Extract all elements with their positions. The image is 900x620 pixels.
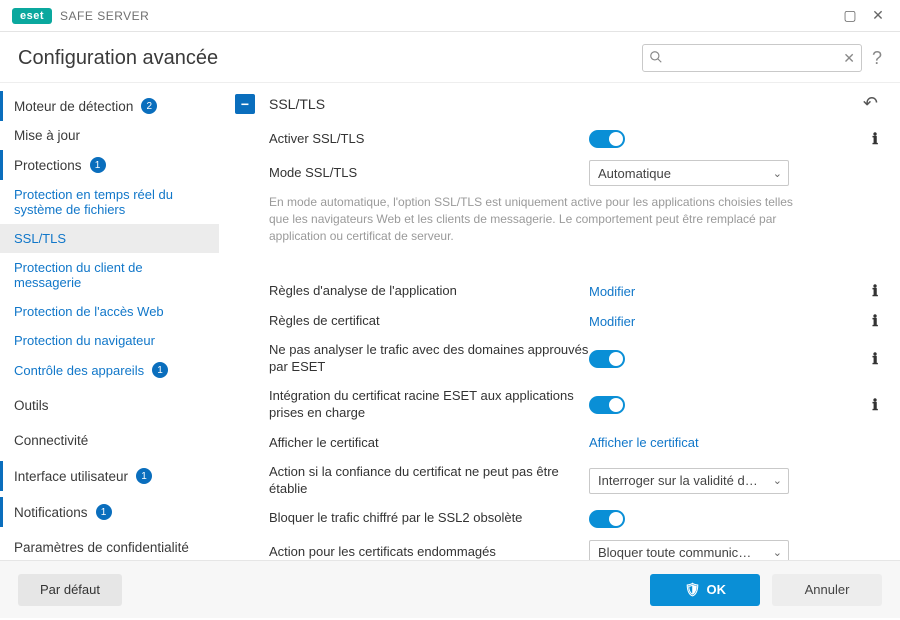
page-title: Configuration avancée [18, 47, 218, 70]
chevron-down-icon: ⌄ [773, 167, 782, 180]
sidebar-item-label: Paramètres de confidentialité [14, 540, 189, 555]
sidebar-item-email-client[interactable]: Protection du client de messagerie [0, 253, 219, 297]
sidebar-item-label: Contrôle des appareils [14, 363, 144, 378]
select-value: Automatique [598, 166, 671, 181]
help-button[interactable]: ? [872, 48, 882, 69]
sidebar-item-notifications[interactable]: Notifications 1 [0, 497, 219, 527]
row-label: Intégration du certificat racine ESET au… [269, 388, 589, 422]
row-damaged-action: Action pour les certificats endommagés B… [235, 534, 878, 560]
row-ssl-mode: Mode SSL/TLS Automatique ⌄ [235, 154, 878, 192]
ok-button[interactable]: 🛡 OK [650, 574, 760, 606]
sidebar-item-label: SSL/TLS [14, 231, 66, 246]
toggle-block-ssl2[interactable] [589, 510, 625, 528]
sidebar-item-label: Interface utilisateur [14, 469, 128, 484]
sidebar-item-connectivity[interactable]: Connectivité [0, 426, 219, 455]
toggle-exclude-trusted[interactable] [589, 350, 625, 368]
sidebar-badge: 1 [96, 504, 112, 520]
sidebar-item-detection-engine[interactable]: Moteur de détection 2 [0, 91, 219, 121]
revert-icon[interactable]: ↶ [863, 93, 878, 114]
row-app-rules: Règles d'analyse de l'application Modifi… [235, 276, 878, 306]
info-icon[interactable]: ℹ [872, 282, 878, 300]
sidebar-item-ssl-tls[interactable]: SSL/TLS [0, 224, 219, 253]
chevron-down-icon: ⌄ [773, 546, 782, 559]
select-ssl-mode[interactable]: Automatique ⌄ [589, 160, 789, 186]
sidebar-item-label: Protection du navigateur [14, 333, 155, 348]
search-box[interactable]: ✕ [642, 44, 862, 72]
toggle-root-cert[interactable] [589, 396, 625, 414]
sidebar-item-privacy[interactable]: Paramètres de confidentialité [0, 533, 219, 560]
sidebar-badge: 2 [141, 98, 157, 114]
sidebar-item-browser[interactable]: Protection du navigateur [0, 326, 219, 355]
sidebar-item-tools[interactable]: Outils [0, 391, 219, 420]
row-untrusted-action: Action si la confiance du certificat ne … [235, 458, 878, 504]
row-label: Règles d'analyse de l'application [269, 283, 589, 300]
sidebar-item-label: Protection de l'accès Web [14, 304, 164, 319]
sidebar-item-label: Outils [14, 398, 49, 413]
sidebar-item-ui[interactable]: Interface utilisateur 1 [0, 461, 219, 491]
section-header: − SSL/TLS ↶ [235, 93, 878, 114]
sidebar-item-label: Mise à jour [14, 128, 80, 143]
window-close-button[interactable]: ✕ [864, 2, 892, 30]
row-label: Bloquer le trafic chiffré par le SSL2 ob… [269, 510, 589, 527]
row-label: Activer SSL/TLS [269, 131, 589, 148]
row-label: Afficher le certificat [269, 435, 589, 452]
sidebar-badge: 1 [136, 468, 152, 484]
default-button[interactable]: Par défaut [18, 574, 122, 606]
sidebar-item-device-control[interactable]: Contrôle des appareils 1 [0, 355, 219, 385]
row-label: Ne pas analyser le trafic avec des domai… [269, 342, 589, 376]
row-root-cert: Intégration du certificat racine ESET au… [235, 382, 878, 428]
select-untrusted-action[interactable]: Interroger sur la validité du … ⌄ [589, 468, 789, 494]
sidebar-item-label: Moteur de détection [14, 99, 133, 114]
link-edit-app-rules[interactable]: Modifier [589, 284, 635, 299]
sidebar: Moteur de détection 2 Mise à jour Protec… [0, 83, 225, 560]
link-edit-cert-rules[interactable]: Modifier [589, 314, 635, 329]
sidebar-item-label: Protections [14, 158, 82, 173]
select-damaged-action[interactable]: Bloquer toute communicati… ⌄ [589, 540, 789, 560]
search-icon [649, 50, 663, 67]
sidebar-item-web-access[interactable]: Protection de l'accès Web [0, 297, 219, 326]
info-icon[interactable]: ℹ [872, 312, 878, 330]
row-cert-rules: Règles de certificat Modifier ℹ [235, 306, 878, 336]
row-show-cert: Afficher le certificat Afficher le certi… [235, 428, 878, 458]
section-title: SSL/TLS [269, 96, 325, 112]
row-exclude-trusted: Ne pas analyser le trafic avec des domai… [235, 336, 878, 382]
sidebar-item-realtime-fs[interactable]: Protection en temps réel du système de f… [0, 180, 219, 224]
toggle-enable-ssl[interactable] [589, 130, 625, 148]
info-icon[interactable]: ℹ [872, 396, 878, 414]
brand-product: SAFE SERVER [60, 9, 149, 23]
mode-description: En mode automatique, l'option SSL/TLS es… [235, 192, 795, 258]
sidebar-item-update[interactable]: Mise à jour [0, 121, 219, 150]
sidebar-item-label: Protection du client de messagerie [14, 260, 209, 290]
sidebar-item-protections[interactable]: Protections 1 [0, 150, 219, 180]
row-block-ssl2: Bloquer le trafic chiffré par le SSL2 ob… [235, 504, 878, 534]
select-value: Interroger sur la validité du … [598, 473, 758, 488]
sidebar-item-label: Protection en temps réel du système de f… [14, 187, 209, 217]
row-enable-ssl: Activer SSL/TLS ℹ [235, 124, 878, 154]
row-label: Action si la confiance du certificat ne … [269, 464, 589, 498]
info-icon[interactable]: ℹ [872, 350, 878, 368]
ok-label: OK [707, 582, 727, 597]
select-value: Bloquer toute communicati… [598, 545, 758, 560]
sidebar-badge: 1 [90, 157, 106, 173]
footer: Par défaut 🛡 OK Annuler [0, 560, 900, 618]
header: Configuration avancée ✕ ? [0, 32, 900, 82]
row-label: Action pour les certificats endommagés [269, 544, 589, 560]
shield-icon: 🛡 [684, 582, 701, 598]
sidebar-badge: 1 [152, 362, 168, 378]
row-label: Mode SSL/TLS [269, 165, 589, 182]
search-input[interactable] [671, 45, 833, 71]
chevron-down-icon: ⌄ [773, 474, 782, 487]
sidebar-item-label: Notifications [14, 505, 88, 520]
content-panel: − SSL/TLS ↶ Activer SSL/TLS ℹ Mode SSL/T… [225, 83, 900, 560]
titlebar: eset SAFE SERVER ▢ ✕ [0, 0, 900, 32]
sidebar-item-label: Connectivité [14, 433, 88, 448]
brand-badge: eset [12, 8, 52, 24]
collapse-section-button[interactable]: − [235, 94, 255, 114]
window-maximize-button[interactable]: ▢ [836, 2, 864, 30]
row-label: Règles de certificat [269, 313, 589, 330]
info-icon[interactable]: ℹ [872, 130, 878, 148]
clear-search-icon[interactable]: ✕ [843, 50, 855, 67]
cancel-button[interactable]: Annuler [772, 574, 882, 606]
link-show-cert[interactable]: Afficher le certificat [589, 435, 699, 450]
